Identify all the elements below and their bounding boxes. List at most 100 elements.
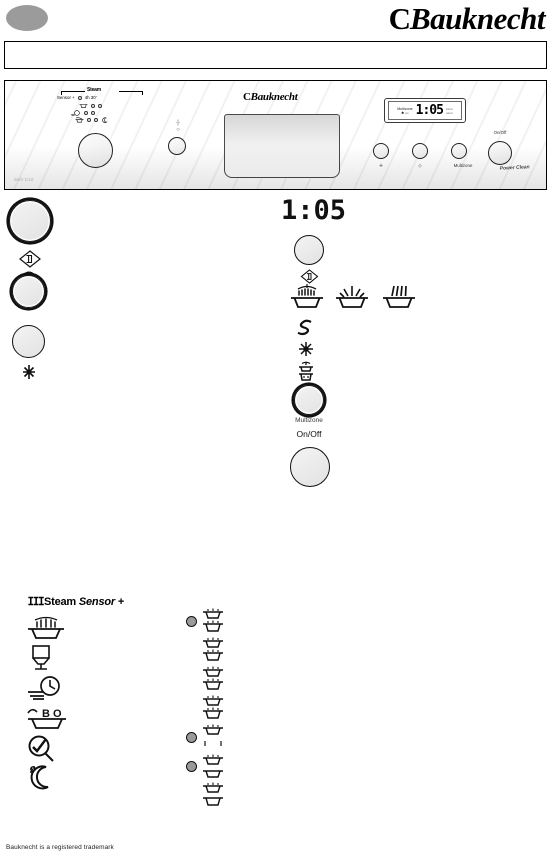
panel-brand-logo: CBauknecht — [243, 91, 298, 103]
basket-icon — [79, 104, 88, 108]
legend-pair — [186, 607, 246, 636]
program-legend-block: Steam Sensor + 4h 30' — [57, 87, 147, 135]
upper-lower-basket-icon — [203, 666, 223, 690]
selection-dot — [186, 761, 197, 772]
eco-icon — [75, 117, 84, 123]
lcd-right-indicators: ▭▭ ▭▭ — [445, 106, 453, 115]
program-selector-knob-detail[interactable] — [9, 200, 51, 242]
multizone-label: Multizone — [295, 417, 323, 424]
panel-onoff-button[interactable] — [488, 141, 512, 165]
panel-delay-button[interactable] — [412, 143, 428, 159]
glass-icon — [32, 645, 50, 670]
program-row-2 — [79, 103, 105, 109]
bauknecht-logo: C Bauknecht — [388, 1, 546, 36]
legend-title-prefix: Steam — [43, 596, 77, 608]
panel-multizone-button[interactable] — [451, 143, 467, 159]
delay-start-icon — [300, 269, 319, 284]
program-led — [77, 96, 82, 101]
program-row-4 — [75, 117, 108, 123]
panel-multizone-label: Multizone — [453, 163, 473, 168]
steam-group-label: Steam — [87, 87, 102, 93]
program-led — [94, 118, 98, 122]
legend-item — [26, 673, 86, 703]
program-row-1: Sensor + 4h 30' — [57, 95, 97, 101]
legend-pair — [186, 752, 246, 781]
legend-title-suffix: + — [117, 596, 125, 608]
steam-group-bracket: Steam — [61, 88, 143, 95]
selection-dot — [186, 616, 197, 627]
upper-lower-basket-icon — [203, 695, 223, 719]
program-led — [98, 104, 102, 108]
time-display-detail: 1:05 — [281, 195, 347, 226]
legend-item — [26, 643, 86, 673]
lcd-time-value: 1:05 — [415, 103, 444, 118]
logo-c-mark: C — [388, 1, 411, 36]
lcd-multizone-indicator: Multizone — [397, 106, 413, 111]
lcd-display: Multizone ✱ ▭ 1:05 ▭▭ ▭▭ — [384, 98, 466, 123]
logo-wordmark: Bauknecht — [409, 1, 546, 36]
title-box-text — [5, 42, 546, 56]
upper-lower-basket-icon — [203, 782, 223, 806]
rinse-aid-low-icon — [299, 361, 313, 381]
start-pause-icon — [19, 250, 41, 268]
legend-item — [26, 763, 86, 793]
program-row-1-right: 4h 30' — [84, 95, 97, 100]
legend-item: B O — [26, 703, 86, 733]
header-ellipse-badge — [6, 5, 48, 31]
power-clean-logo: Power Clean — [499, 164, 530, 172]
onoff-label: On/Off — [296, 429, 322, 439]
legend-item — [26, 613, 86, 643]
program-led — [91, 104, 95, 108]
legend-title-italic: Sensor — [78, 596, 115, 608]
panel-display-window — [224, 114, 340, 178]
control-panel-illustration: Steam Sensor + 4h 30' ·|· ○ dwh b10 CBau… — [4, 80, 547, 190]
legend-pair — [186, 636, 246, 665]
spray-basket-icon — [28, 616, 64, 639]
program-row-1-left: Sensor + — [57, 95, 75, 100]
legend-pair — [186, 723, 246, 752]
night-icon — [30, 765, 49, 790]
clock-icon — [71, 110, 80, 116]
salt-button-detail[interactable] — [12, 325, 45, 358]
rapid-clock-icon — [28, 676, 60, 700]
panel-logo-c-mark: C — [243, 91, 251, 103]
lower-basket-only-icon — [203, 754, 223, 778]
lcd-left-indicators: Multizone ✱ ▭ — [397, 106, 413, 115]
footer-trademark-note: Bauknecht is a registered trademark — [6, 844, 114, 851]
program-selector-knob[interactable] — [78, 133, 113, 168]
prewash-icon — [28, 735, 54, 762]
legend-pair — [186, 781, 246, 810]
legend-title: ⵊⵊⵊSteam Sensor + — [28, 595, 124, 608]
legend-item — [26, 733, 86, 763]
option-button-detail[interactable] — [12, 275, 45, 308]
salt-refill-icon — [23, 365, 35, 379]
page-header: C Bauknecht — [0, 0, 553, 40]
program-legend: ⵊⵊⵊSteam Sensor + B O — [0, 585, 553, 806]
panel-start-button[interactable] — [373, 143, 389, 159]
rinse-phase-icon — [336, 286, 368, 308]
program-led — [87, 118, 91, 122]
exploded-controls-diagram: 1:05 Multizone On/Off — [0, 195, 553, 525]
option-indicator-marks: ·|· ○ — [175, 120, 181, 133]
legend-left-column: B O — [26, 613, 86, 793]
dry-phase-icon — [383, 285, 415, 308]
panel-delay-label: ◇ — [418, 163, 422, 168]
eco-basket-icon: B O — [27, 708, 66, 729]
upper-lower-basket-icon — [203, 637, 223, 661]
panel-model-code: dwh b10 — [14, 177, 34, 182]
legend-right-column — [186, 607, 246, 810]
program-led — [91, 111, 95, 115]
sanitize-icon — [297, 319, 312, 336]
panel-start-label: ✛ — [379, 163, 383, 168]
title-box — [4, 41, 547, 69]
multizone-button-detail[interactable] — [294, 385, 324, 415]
svg-text:B O: B O — [42, 708, 62, 720]
upper-basket-only-icon — [203, 724, 223, 746]
selection-dot — [186, 732, 197, 743]
panel-logo-wordmark: Bauknecht — [250, 91, 298, 103]
onoff-button-detail[interactable] — [290, 447, 330, 487]
delay-start-button-detail[interactable] — [294, 235, 324, 265]
legend-pair — [186, 694, 246, 723]
moon-icon — [102, 117, 108, 123]
option-knob[interactable] — [168, 137, 186, 155]
